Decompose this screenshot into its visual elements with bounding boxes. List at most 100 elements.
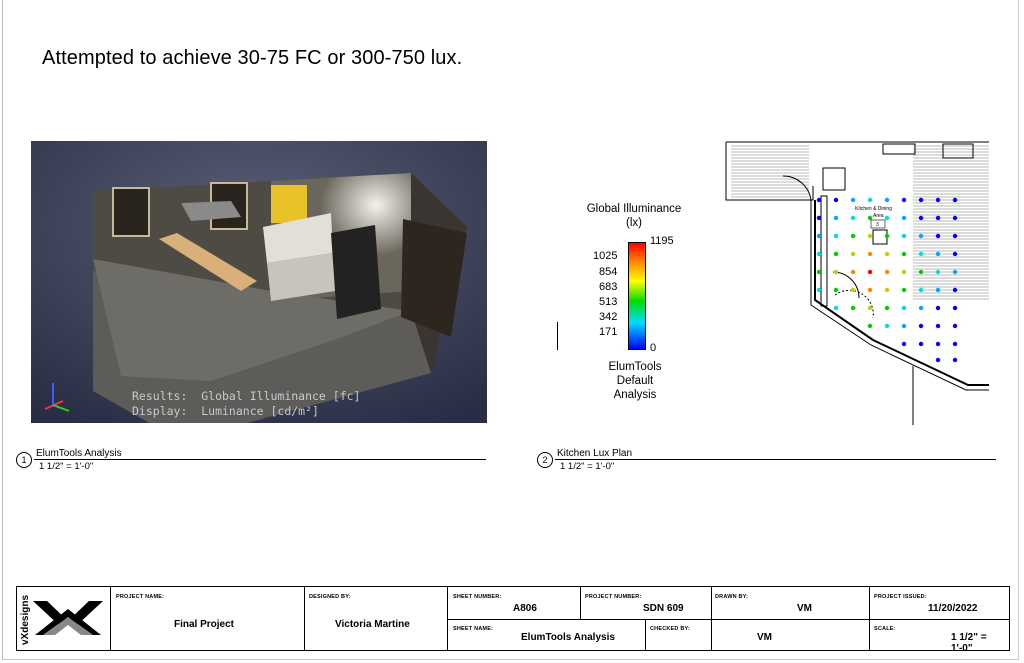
view-scale-2: 1 1/2" = 1'-0" bbox=[560, 461, 615, 472]
lux-point bbox=[833, 251, 839, 257]
lux-point bbox=[867, 287, 873, 293]
lux-point bbox=[833, 305, 839, 311]
lux-point bbox=[952, 197, 958, 203]
lux-point bbox=[884, 233, 890, 239]
legend-tick-label: 683 bbox=[599, 281, 618, 293]
lux-point bbox=[901, 323, 907, 329]
lux-point bbox=[918, 269, 924, 275]
lux-point bbox=[935, 305, 941, 311]
render-results-text: Results: Global Illuminance [fc] bbox=[132, 389, 361, 403]
legend-tick-label: 1025 bbox=[593, 250, 618, 262]
lux-point bbox=[901, 287, 907, 293]
project-number-value: SDN 609 bbox=[643, 603, 684, 614]
lux-point bbox=[867, 197, 873, 203]
lux-point bbox=[935, 251, 941, 257]
lux-point bbox=[952, 287, 958, 293]
plan-drawing: Kitchen & Dining Area 3 bbox=[725, 141, 989, 425]
lux-point bbox=[935, 357, 941, 363]
lux-point bbox=[918, 251, 924, 257]
lux-point bbox=[867, 215, 873, 221]
drawn-by-value: VM bbox=[797, 603, 812, 614]
legend-max-label: 1195 bbox=[650, 235, 674, 247]
lux-point bbox=[901, 305, 907, 311]
legend-tick-label: 854 bbox=[599, 266, 618, 278]
view-title-underline bbox=[555, 459, 996, 460]
vxdesigns-logo-text: vXdesigns bbox=[20, 594, 31, 645]
project-name-value: Final Project bbox=[174, 619, 235, 630]
lux-point bbox=[935, 215, 941, 221]
lux-point bbox=[884, 197, 890, 203]
cut-line bbox=[557, 322, 558, 350]
lux-point bbox=[833, 233, 839, 239]
lux-point bbox=[816, 233, 822, 239]
lux-point bbox=[918, 305, 924, 311]
lux-point bbox=[816, 215, 822, 221]
lux-point bbox=[833, 287, 839, 293]
lux-point bbox=[935, 287, 941, 293]
lux-point bbox=[935, 197, 941, 203]
lux-point bbox=[867, 233, 873, 239]
sheet-headline: Attempted to achieve 30-75 FC or 300-750… bbox=[42, 47, 463, 69]
lux-point bbox=[833, 215, 839, 221]
lux-point bbox=[935, 323, 941, 329]
legend-footer: ElumTools Default Analysis bbox=[585, 360, 685, 402]
view-title-1[interactable]: ElumTools Analysis bbox=[36, 448, 122, 459]
legend-title-line1: Global Illuminance bbox=[586, 203, 682, 215]
plan-room-sub: Area bbox=[873, 213, 884, 219]
legend-tick-label: 171 bbox=[599, 326, 618, 338]
render-viewport[interactable]: Results: Global Illuminance [fc] Display… bbox=[31, 141, 487, 423]
lux-point bbox=[918, 233, 924, 239]
lux-point bbox=[935, 269, 941, 275]
view-number-2: 2 bbox=[537, 452, 553, 468]
vx-logo-icon bbox=[33, 601, 103, 635]
legend-title: Global Illuminance (lx) bbox=[574, 202, 694, 230]
lux-point bbox=[884, 287, 890, 293]
lux-point bbox=[833, 269, 839, 275]
lux-point bbox=[952, 233, 958, 239]
project-number-label: PROJECT NUMBER: bbox=[585, 594, 642, 600]
plan-room-number: 3 bbox=[876, 222, 879, 228]
project-issued-label: PROJECT ISSUED: bbox=[874, 594, 927, 600]
sheet-name-value: ElumTools Analysis bbox=[521, 632, 615, 643]
sheet-name-label: SHEET NAME: bbox=[453, 626, 494, 632]
scale-value: 1 1/2" = 1'-0" bbox=[951, 632, 987, 654]
lux-floor-plan[interactable]: Kitchen & Dining Area 3 bbox=[723, 140, 993, 430]
project-issued-value: 11/20/2022 bbox=[928, 603, 978, 614]
lux-point bbox=[952, 251, 958, 257]
lux-point bbox=[952, 305, 958, 311]
lux-point bbox=[901, 197, 907, 203]
render-display-text: Display: Luminance [cd/m²] bbox=[132, 404, 319, 418]
lux-point bbox=[918, 341, 924, 347]
lux-point bbox=[901, 251, 907, 257]
lux-point bbox=[901, 269, 907, 275]
legend-footer-line3: Analysis bbox=[613, 389, 657, 401]
view-title-2[interactable]: Kitchen Lux Plan bbox=[557, 448, 632, 459]
plan-room-label: Kitchen & Dining bbox=[855, 206, 892, 212]
designed-by-label: DESIGNED BY: bbox=[309, 594, 351, 600]
lux-point bbox=[816, 197, 822, 203]
lux-point bbox=[952, 357, 958, 363]
lux-point bbox=[867, 323, 873, 329]
legend-tick-label: 342 bbox=[599, 311, 618, 323]
lux-point bbox=[816, 269, 822, 275]
legend-title-line2: (lx) bbox=[626, 217, 642, 229]
lux-point bbox=[901, 215, 907, 221]
lux-point bbox=[935, 341, 941, 347]
lux-point bbox=[850, 197, 856, 203]
designed-by-value: Victoria Martine bbox=[335, 619, 410, 630]
lux-point bbox=[952, 323, 958, 329]
lux-point bbox=[918, 215, 924, 221]
lux-point bbox=[918, 287, 924, 293]
sheet-number-value: A806 bbox=[513, 603, 537, 614]
drawn-by-label: DRAWN BY: bbox=[715, 594, 749, 600]
lux-point bbox=[850, 287, 856, 293]
lux-point bbox=[952, 269, 958, 275]
room-render-graphic bbox=[31, 141, 487, 423]
title-block-divider bbox=[447, 619, 1009, 620]
legend-min-label: 0 bbox=[650, 342, 657, 354]
illuminance-color-scale bbox=[628, 242, 646, 350]
lux-point bbox=[901, 341, 907, 347]
sheet-number-label: SHEET NUMBER: bbox=[453, 594, 502, 600]
lux-point bbox=[918, 323, 924, 329]
lux-point bbox=[850, 305, 856, 311]
